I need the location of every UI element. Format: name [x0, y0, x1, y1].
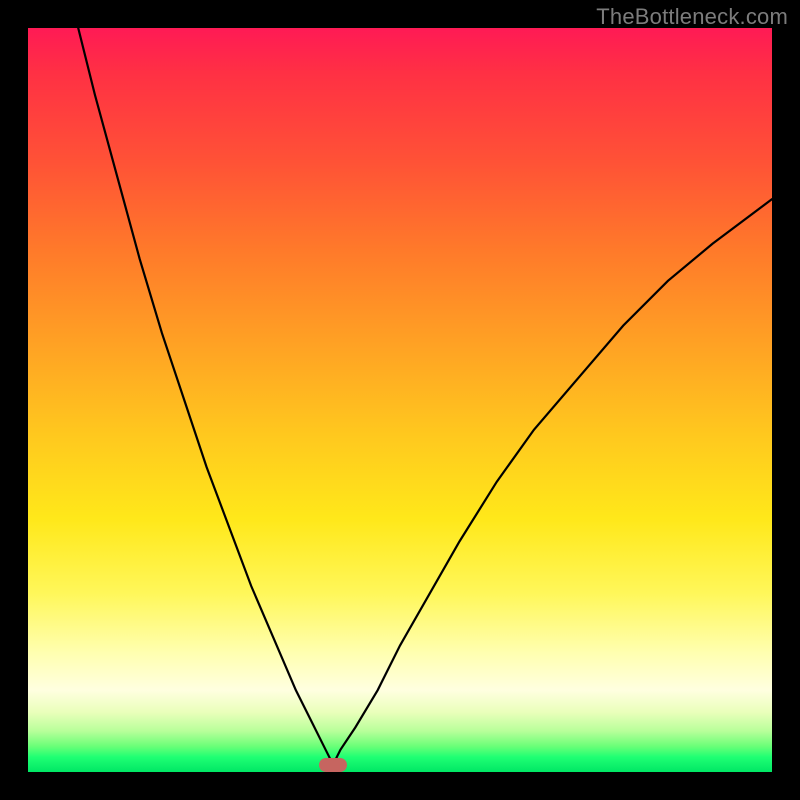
optimum-marker: [319, 758, 347, 772]
watermark-text: TheBottleneck.com: [596, 4, 788, 30]
plot-area: [28, 28, 772, 772]
chart-frame: TheBottleneck.com: [0, 0, 800, 800]
bottleneck-curve: [28, 28, 772, 772]
